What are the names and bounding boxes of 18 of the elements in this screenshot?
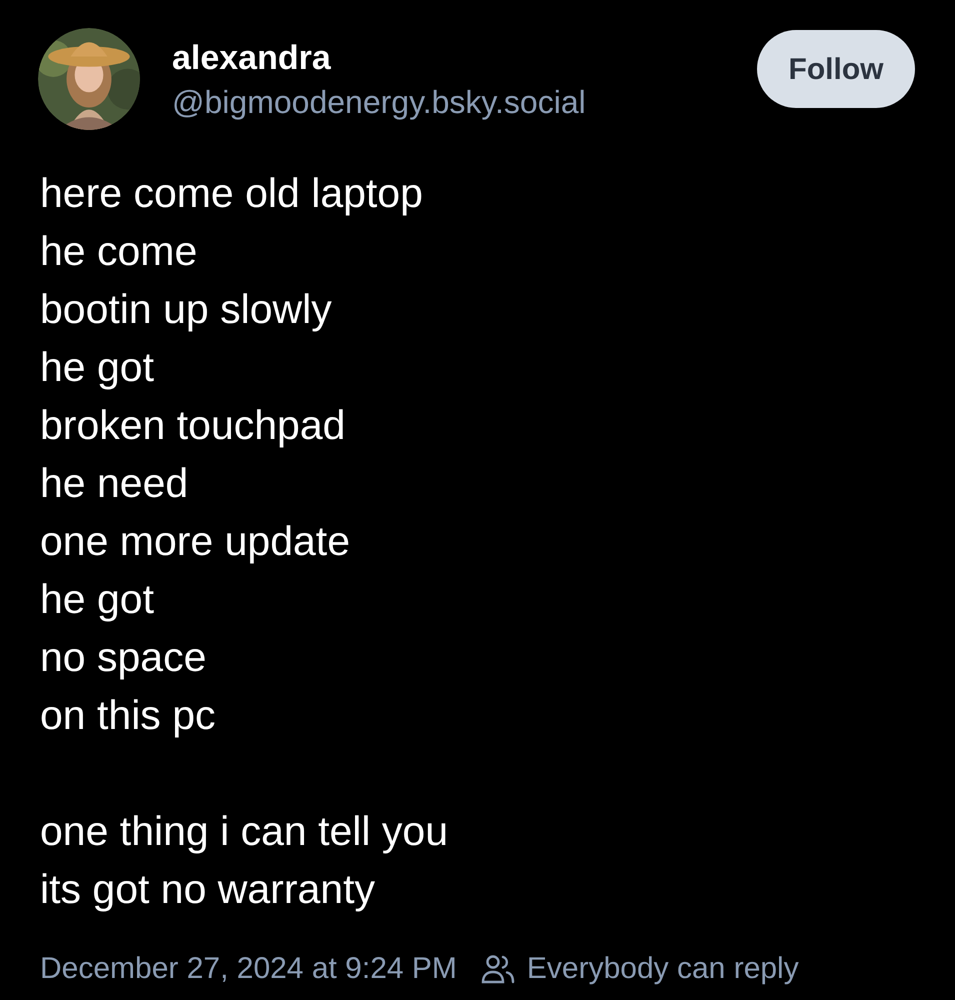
post-line: he got — [40, 575, 155, 624]
people-icon — [480, 954, 515, 984]
post-line: he come — [40, 227, 198, 276]
post-line: one thing i can tell you — [40, 807, 449, 856]
post-line: one more update — [40, 517, 352, 566]
post-line: no space — [40, 633, 208, 682]
post-line: broken touchpad — [40, 401, 346, 450]
author-name: alexandra — [172, 38, 332, 79]
post-line: he got — [40, 343, 155, 392]
author-handle: @bigmoodenergy.bsky.social — [172, 83, 587, 122]
post-line: bootin up slowly — [40, 285, 333, 334]
post-line: its got no warranty — [40, 865, 376, 914]
post-line: here come old laptop — [40, 169, 424, 218]
post-line: on this pc — [40, 691, 216, 740]
follow-button[interactable]: Follow — [757, 30, 915, 108]
post-line: he need — [40, 459, 190, 508]
reply-setting[interactable]: Everybody can reply — [526, 946, 799, 991]
post-timestamp: December 27, 2024 at 9:24 PM — [40, 951, 457, 987]
